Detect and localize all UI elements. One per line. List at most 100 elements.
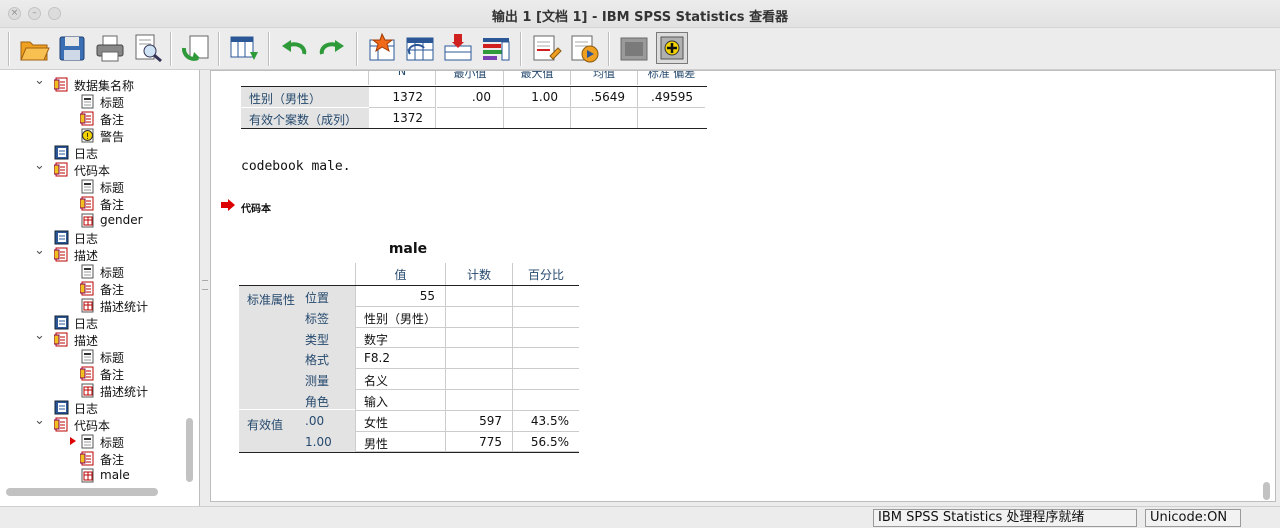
- outline-item[interactable]: 标题: [0, 93, 190, 110]
- output-pane: N 最小值 最大值 均值 标准 偏差 性别（男性） 1372.00 1.00.5649.49…: [210, 70, 1276, 502]
- outline-item[interactable]: 日志: [0, 144, 190, 161]
- run-icon[interactable]: [568, 32, 600, 64]
- outline-item-label: 备注: [100, 283, 125, 297]
- outline-item-label: 警告: [100, 130, 125, 144]
- outline-item[interactable]: 日志: [0, 399, 190, 416]
- unicode-status: Unicode:ON: [1145, 509, 1241, 527]
- current-item-arrow-icon: [221, 199, 235, 214]
- redo-icon[interactable]: [316, 32, 348, 64]
- add-icon[interactable]: [656, 32, 688, 64]
- codebook-percent-cell: [512, 286, 579, 307]
- codebook-row-label: 格式: [305, 353, 330, 368]
- output-vertical-scrollbar[interactable]: [1263, 482, 1270, 500]
- log-icon: [54, 230, 69, 245]
- log-icon: [54, 145, 69, 160]
- outline-item[interactable]: ⌄ 描述: [0, 328, 190, 348]
- outline-item[interactable]: 备注: [0, 195, 190, 212]
- collapse-chevron-icon[interactable]: ⌄: [34, 73, 46, 88]
- outline-item-label: 日志: [74, 317, 99, 331]
- open-icon[interactable]: [18, 32, 50, 64]
- outline-item[interactable]: ⌄ 代码本: [0, 158, 190, 178]
- designate-window-icon[interactable]: [618, 32, 650, 64]
- notes-icon: [53, 332, 69, 347]
- outline-item[interactable]: 标题: [0, 433, 190, 450]
- descriptives-table: N 最小值 最大值 均值 标准 偏差 性别（男性） 1372.00 1.00.5649.49…: [241, 71, 709, 129]
- print-icon[interactable]: [94, 32, 126, 64]
- codebook-count-cell: [445, 369, 512, 390]
- collapse-chevron-icon[interactable]: ⌄: [34, 158, 46, 173]
- print-preview-icon[interactable]: [132, 32, 164, 64]
- descriptives-column-header: N: [369, 71, 436, 85]
- codebook-percent-cell: [512, 390, 579, 411]
- codebook-count-cell: [445, 306, 512, 328]
- codebook-row-label: 角色: [305, 395, 330, 409]
- title-icon: [80, 94, 95, 109]
- outline-item[interactable]: 备注: [0, 450, 190, 467]
- goto-variable-icon[interactable]: [442, 32, 474, 64]
- pane-splitter[interactable]: [200, 70, 210, 506]
- goto-case-icon[interactable]: [404, 32, 436, 64]
- descriptives-cell: .5649: [571, 87, 638, 108]
- undo-icon[interactable]: [278, 32, 310, 64]
- title-icon: [80, 349, 95, 364]
- outline-horizontal-scrollbar[interactable]: [6, 488, 158, 496]
- outline-item[interactable]: male: [0, 467, 190, 484]
- codebook-column-header: 计数: [445, 263, 512, 285]
- outline-item[interactable]: 备注: [0, 280, 190, 297]
- outline-item[interactable]: 日志: [0, 229, 190, 246]
- collapse-chevron-icon[interactable]: ⌄: [34, 328, 46, 343]
- outline-item[interactable]: 标题: [0, 263, 190, 280]
- codebook-value-cell: 女性: [355, 410, 445, 432]
- descriptives-row-label: 有效个案数（成列）: [241, 108, 369, 129]
- table-icon: [80, 298, 95, 313]
- outline-item[interactable]: 日志: [0, 314, 190, 331]
- outline-item[interactable]: gender: [0, 212, 190, 229]
- codebook-table-title: male: [388, 241, 428, 257]
- codebook-value-cell: 数字: [355, 327, 445, 349]
- notes-icon: [79, 281, 95, 296]
- outline-item[interactable]: ⌄ 描述: [0, 243, 190, 263]
- descriptives-cell: .00: [437, 87, 504, 108]
- codebook-row-label: .00: [305, 413, 325, 428]
- variables-icon[interactable]: [480, 32, 512, 64]
- outline-item[interactable]: 备注: [0, 110, 190, 127]
- outline-item[interactable]: 标题: [0, 348, 190, 365]
- outline-vertical-scrollbar[interactable]: [186, 418, 193, 482]
- grid-icon[interactable]: [228, 32, 260, 64]
- outline-item[interactable]: ! 警告: [0, 127, 190, 144]
- table-icon: [80, 213, 95, 228]
- outline-item[interactable]: 标题: [0, 178, 190, 195]
- group-valid-values: 有效值: [247, 418, 284, 432]
- codebook-percent-cell: [512, 369, 579, 390]
- outline-item[interactable]: 备注: [0, 365, 190, 382]
- insert-output-icon[interactable]: [530, 32, 562, 64]
- descriptives-cell: .49595: [638, 87, 705, 108]
- codebook-column-header: 值: [355, 263, 445, 285]
- outline-item-label: 描述统计: [100, 385, 149, 399]
- status-bar: IBM SPSS Statistics 处理程序就绪 Unicode:ON: [0, 506, 1280, 528]
- outline-item[interactable]: ⌄ 代码本: [0, 413, 190, 433]
- outline-item-label: 日志: [74, 402, 99, 416]
- codebook-value-cell: F8.2: [355, 348, 445, 370]
- outline-item-label: 日志: [74, 147, 99, 161]
- window-title: 输出 1 [文档 1] - IBM SPSS Statistics 查看器: [491, 10, 789, 25]
- codebook-percent-cell: 43.5%: [512, 410, 579, 432]
- codebook-row-label: 1.00: [305, 434, 332, 449]
- outline-item[interactable]: 描述统计: [0, 382, 190, 399]
- codebook-count-cell: 775: [445, 431, 512, 453]
- codebook-percent-cell: [512, 327, 579, 349]
- outline-item[interactable]: ⌄ 数据集名称: [0, 73, 190, 93]
- export-icon[interactable]: [180, 32, 212, 64]
- warning-icon: !: [80, 128, 95, 143]
- svg-text:!: !: [86, 132, 89, 141]
- outline-item-label: 数据集名称: [74, 79, 135, 93]
- collapse-chevron-icon[interactable]: ⌄: [34, 243, 46, 258]
- outline-item-label: 备注: [100, 368, 125, 382]
- outline-item-label: gender: [100, 213, 143, 227]
- goto-data-icon[interactable]: [366, 32, 398, 64]
- descriptives-cell: [504, 108, 571, 129]
- outline-item[interactable]: 描述统计: [0, 297, 190, 314]
- log-icon: [54, 400, 69, 415]
- save-icon[interactable]: [56, 32, 88, 64]
- collapse-chevron-icon[interactable]: ⌄: [34, 413, 46, 428]
